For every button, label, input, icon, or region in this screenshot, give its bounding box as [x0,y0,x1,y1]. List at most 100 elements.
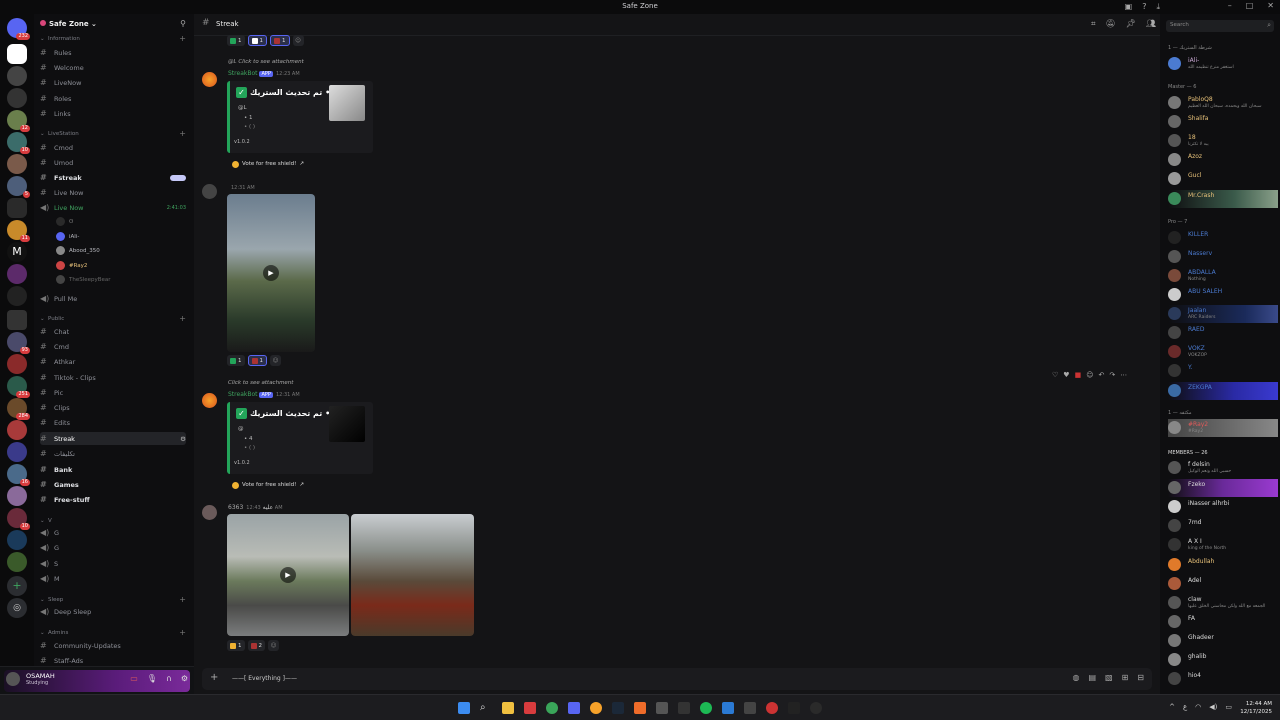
inbox-icon[interactable]: ▣ [1125,2,1133,12]
composer-placeholder[interactable]: ——[ Everything ]—— [232,675,297,682]
plus-icon[interactable]: + [179,129,186,138]
pin-icon[interactable]: 📌︎ [1126,19,1136,29]
server-icon[interactable] [7,66,27,86]
server-icon[interactable]: 10 [7,508,30,530]
member-row[interactable]: iNasser alhrbi [1168,498,1278,516]
member-row[interactable]: Y. [1168,362,1278,380]
member-row[interactable]: #Ray2 #Ray2 [1168,419,1278,437]
add-reaction-icon[interactable]: ☺ [1086,371,1093,379]
member-row[interactable]: ABU SALEH [1168,286,1278,304]
server-icon[interactable]: M [7,242,27,262]
message-composer[interactable]: + ——[ Everything ]—— ◍ ▤ ▧ ⊞ ⊟ [202,668,1152,690]
avatar[interactable] [202,393,217,408]
member-row[interactable]: Shalifa [1168,113,1278,131]
member-row[interactable]: Abdullah [1168,556,1278,574]
voice-user[interactable]: #Ray2 [56,259,87,272]
server-icon[interactable] [7,198,27,218]
emoji-picker-icon[interactable]: ⊟ [1137,673,1144,682]
app-icon[interactable] [788,702,800,714]
member-row[interactable]: ABDALLA Nothing [1168,267,1278,285]
photo-attachment[interactable] [351,514,474,636]
channel-clips[interactable]: # Clips [40,401,186,414]
channel-chat[interactable]: # Chat [40,325,186,338]
member-row[interactable]: Jaalan ARC Raiders [1168,305,1278,323]
member-row[interactable]: A X Iking of the North [1168,536,1278,554]
spotify-icon[interactable] [700,702,712,714]
reaction-button[interactable]: 1 [270,35,290,46]
server-icon[interactable] [7,354,27,374]
vote-link[interactable]: Vote for free shield! ↗ [232,158,304,170]
message-author[interactable]: StreakBot APP 12:31 AM [228,391,300,398]
gif-icon[interactable]: ▤ [1088,673,1096,682]
server-icon[interactable]: 93 [7,332,30,354]
channel-livenow[interactable]: # LiveNow [40,76,186,89]
video-attachment[interactable]: ▶ [227,194,315,352]
add-reaction-button[interactable]: ☺ [270,355,281,366]
member-row[interactable]: KILLER [1168,229,1278,247]
voice-channel-s[interactable]: ◀) S [40,557,186,570]
voice-user[interactable]: ʘ [56,215,73,228]
threads-icon[interactable]: ⌗ [1091,19,1096,29]
member-row[interactable]: ZEKGPA [1168,382,1278,400]
app-icon[interactable] [656,702,668,714]
voice-channel-g2[interactable]: ◀) G [40,541,186,554]
wifi-icon[interactable]: ◠ [1195,703,1201,711]
channel-pic[interactable]: # Pic [40,386,186,399]
plus-icon[interactable]: + [210,672,218,683]
reaction-button[interactable]: 1 [227,640,245,651]
reaction-button[interactable]: 1 [247,355,267,366]
category-admins[interactable]: ⌄ Admins [40,626,186,639]
voice-channel-deep-sleep[interactable]: ◀) Deep Sleep [40,605,186,618]
headphones-icon[interactable]: ∩ [166,674,172,683]
server-icon[interactable] [7,154,27,174]
volume-icon[interactable]: ◀) [1209,703,1217,711]
message-author[interactable]: عليه 6363 12:43 AM [228,504,283,511]
server-icon[interactable]: 5 [7,176,30,198]
voice-channel-pull-me[interactable]: ◀) Pull Me [40,292,186,305]
member-row[interactable]: 18 يبه لا تكثرنا [1168,132,1278,150]
message-author[interactable]: StreakBot APP 12:23 AM [228,70,300,77]
server-icon[interactable] [7,88,27,108]
member-row[interactable]: 7md [1168,517,1278,535]
reply-preview[interactable]: Click to see attachment [228,380,293,386]
help-icon[interactable]: ? [1142,2,1146,12]
channel-community-updates[interactable]: # Community-Updates [40,639,186,652]
reaction-button[interactable]: 1 [227,35,245,46]
member-row[interactable]: Fzeko [1168,479,1278,497]
chrome-icon[interactable] [546,702,558,714]
server-icon[interactable]: 16 [7,464,30,486]
member-row[interactable]: FA [1168,613,1278,631]
member-row[interactable]: Adel [1168,575,1278,593]
play-icon[interactable]: ▶ [263,265,279,281]
play-icon[interactable]: ▶ [280,567,296,583]
server-icon[interactable]: 251 [7,376,30,398]
avatar[interactable] [6,672,20,686]
server-icon[interactable]: 284 [7,398,30,420]
sticker-icon[interactable]: ▧ [1105,673,1113,682]
member-row[interactable]: Ghadeer [1168,632,1278,650]
server-icon[interactable] [7,264,27,284]
channel-settings-icon[interactable]: ⚙ [180,435,186,443]
channel-cmd[interactable]: # Cmd [40,340,186,353]
add-reaction-button[interactable]: ☺ [268,640,279,651]
embed-thumbnail[interactable] [329,406,365,442]
forward-icon[interactable]: ↷ [1109,371,1115,379]
channel-umod[interactable]: # Umod [40,156,186,169]
member-row[interactable]: Nasserv [1168,248,1278,266]
file-explorer-icon[interactable] [502,702,514,714]
chevron-up-icon[interactable]: ^ [1169,703,1175,711]
battery-icon[interactable]: ▭ [1225,703,1232,711]
message-author[interactable]: 12:31 AM [228,184,255,191]
apps-icon[interactable]: ⊞ [1122,673,1129,682]
channel-cmod[interactable]: # Cmod [40,141,186,154]
server-icon[interactable] [7,286,27,306]
channel-bank[interactable]: # Bank [40,463,186,476]
member-row[interactable]: ghalib [1168,651,1278,669]
voice-user[interactable]: iAli- [56,230,79,243]
voice-user[interactable]: TheSleepyBear [56,273,111,286]
app-icon[interactable] [722,702,734,714]
server-icon[interactable] [7,442,27,462]
reaction-button[interactable]: 2 [247,640,265,651]
notification-bell-icon[interactable]: 🔕︎ [1106,19,1116,29]
download-icon[interactable]: ⤓ [1156,2,1160,12]
